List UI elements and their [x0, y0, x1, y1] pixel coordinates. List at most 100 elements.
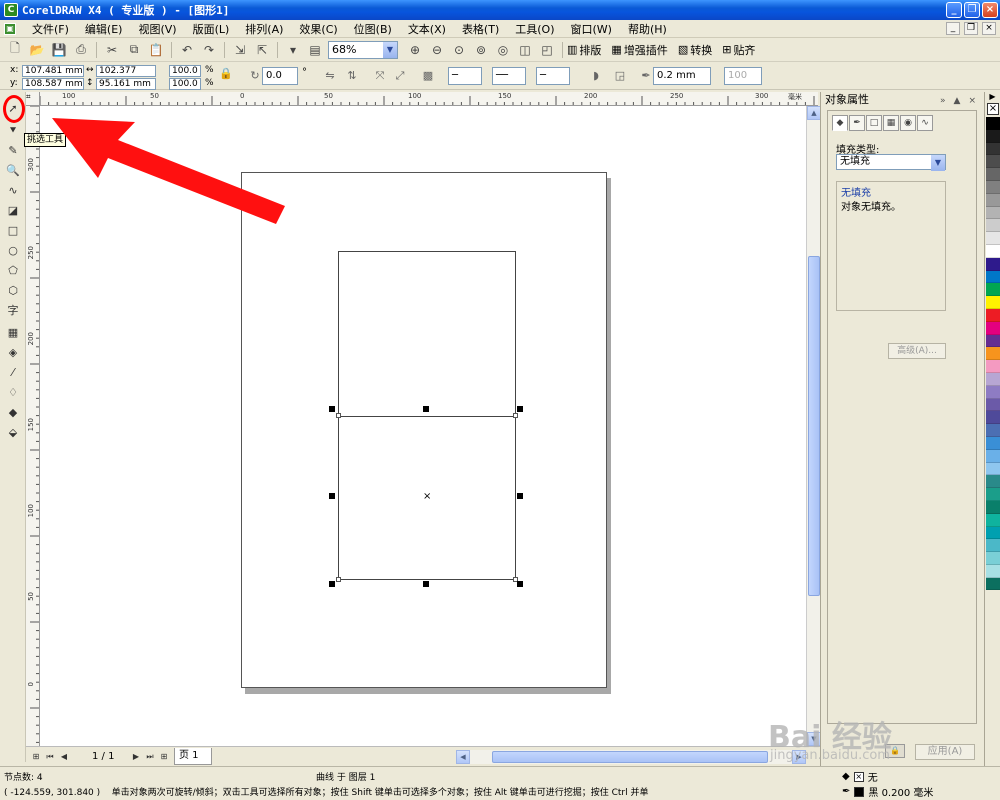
close-curve-icon[interactable]: ◗	[588, 68, 604, 84]
doc-minimize-button[interactable]: _	[946, 22, 960, 35]
menu-bitmaps[interactable]: 位图(B)	[346, 21, 400, 37]
palette-swatch[interactable]	[986, 321, 1000, 335]
add-page-after-icon[interactable]: ⊞	[158, 751, 170, 763]
eyedropper-tool-icon[interactable]: ⁄	[4, 364, 22, 382]
paste-icon[interactable]: 📋	[147, 41, 165, 59]
selection-handle-bottom-right[interactable]	[517, 581, 523, 587]
mirror-vertical-icon[interactable]: ⇅	[344, 68, 360, 84]
outline-width-select[interactable]: 0.2 mm	[653, 67, 711, 85]
zoom-in-icon[interactable]: ⊕	[406, 41, 424, 59]
palette-swatch[interactable]	[986, 488, 1000, 501]
palette-swatch[interactable]	[986, 500, 1000, 514]
upper-rectangle[interactable]	[338, 251, 516, 417]
miter-field[interactable]: 100	[724, 67, 762, 85]
rectangle-tool-icon[interactable]: □	[4, 222, 22, 240]
welcome-screen-icon[interactable]: ▤	[306, 41, 324, 59]
palette-swatch[interactable]	[986, 142, 1000, 156]
palette-swatch[interactable]	[986, 475, 1000, 489]
snap-button[interactable]: ⊞ 贴齐	[722, 42, 755, 58]
palette-swatch[interactable]	[986, 372, 1000, 386]
auto-close-icon[interactable]: ⤧	[372, 68, 388, 84]
palette-swatch[interactable]	[986, 360, 1000, 373]
selection-handle-top-right[interactable]	[517, 406, 523, 412]
zoom-level-select[interactable]: 68% ▼	[328, 40, 398, 59]
last-page-icon[interactable]: ⏭	[144, 751, 156, 763]
palette-scroll-up-icon[interactable]: ▶	[985, 92, 1000, 102]
menu-window[interactable]: 窗口(W)	[563, 21, 620, 37]
palette-swatch[interactable]	[986, 193, 1000, 207]
pin-docker-icon[interactable]: ▲	[954, 93, 961, 109]
advanced-button[interactable]: 高级(A)...	[888, 343, 946, 359]
scroll-up-icon[interactable]: ▲	[807, 106, 821, 120]
ruler-origin[interactable]: ⌗	[26, 92, 40, 106]
convert-plugin-button[interactable]: ▧ 转换	[678, 42, 712, 58]
palette-swatch[interactable]	[986, 398, 1000, 412]
palette-swatch[interactable]	[986, 308, 1000, 322]
collapse-docker-icon[interactable]: »	[940, 93, 946, 109]
palette-swatch[interactable]	[986, 462, 1000, 476]
curve-node[interactable]	[336, 413, 341, 418]
palette-swatch[interactable]	[986, 232, 1000, 245]
fill-tab-icon[interactable]: ◆	[832, 115, 848, 131]
palette-swatch[interactable]	[986, 411, 1000, 425]
mirror-horizontal-icon[interactable]: ⇋	[322, 68, 338, 84]
height-field[interactable]: 95.161 mm	[96, 78, 156, 90]
scale-y-field[interactable]: 100.0	[169, 78, 201, 90]
palette-swatch[interactable]	[986, 270, 1000, 284]
order-icon[interactable]: ◲	[612, 68, 628, 84]
palette-swatch[interactable]	[986, 244, 1000, 258]
detail-tab-icon[interactable]: ▦	[883, 115, 899, 131]
menu-view[interactable]: 视图(V)	[130, 21, 184, 37]
chevron-down-icon[interactable]: ▼	[931, 155, 945, 171]
palette-swatch[interactable]	[986, 552, 1000, 565]
cut-icon[interactable]: ✂	[103, 41, 121, 59]
palette-swatch[interactable]	[986, 155, 1000, 169]
y-position-field[interactable]: 108.587 mm	[22, 78, 84, 90]
document-icon[interactable]: ▣	[4, 22, 16, 35]
crop-tool-icon[interactable]: ✎	[4, 142, 22, 160]
print-icon[interactable]: ⎙	[72, 41, 90, 59]
doc-close-button[interactable]: ×	[982, 22, 996, 35]
selection-handle-bottom-left[interactable]	[329, 581, 335, 587]
outline-tool-icon[interactable]: ♢	[4, 384, 22, 402]
menu-edit[interactable]: 编辑(E)	[77, 21, 131, 37]
palette-swatch[interactable]	[986, 283, 1000, 297]
page-tab[interactable]: 页 1	[174, 748, 212, 765]
palette-swatch[interactable]	[986, 334, 1000, 348]
palette-swatch[interactable]	[986, 539, 1000, 553]
doc-restore-button[interactable]: ❐	[964, 22, 978, 35]
curve-tab-icon[interactable]: ∿	[917, 115, 933, 131]
internet-tab-icon[interactable]: ◉	[900, 115, 916, 131]
no-fill-swatch-icon[interactable]: ×	[987, 103, 999, 115]
copy-icon[interactable]: ⧉	[125, 41, 143, 59]
interactive-fill-tool-icon[interactable]: ⬙	[4, 424, 22, 442]
selection-handle-bottom[interactable]	[423, 581, 429, 587]
menu-layout[interactable]: 版面(L)	[185, 21, 238, 37]
curve-node[interactable]	[336, 577, 341, 582]
open-icon[interactable]: 📂	[28, 41, 46, 59]
zoom-tool-icon[interactable]: 🔍	[4, 162, 22, 180]
menu-tools[interactable]: 工具(O)	[507, 21, 562, 37]
zoom-out-icon[interactable]: ⊖	[428, 41, 446, 59]
palette-swatch[interactable]	[986, 526, 1000, 540]
palette-swatch[interactable]	[986, 117, 1000, 130]
restore-button[interactable]: ❐	[964, 2, 980, 18]
redo-icon[interactable]: ↷	[200, 41, 218, 59]
zoom-all-icon[interactable]: ⊚	[472, 41, 490, 59]
scale-x-field[interactable]: 100.0	[169, 65, 201, 77]
add-page-before-icon[interactable]: ⊞	[30, 751, 42, 763]
menu-effects[interactable]: 效果(C)	[291, 21, 345, 37]
enhance-plugin-button[interactable]: ▦ 增强插件	[611, 42, 667, 58]
freehand-tool-icon[interactable]: ∿	[4, 182, 22, 200]
palette-swatch[interactable]	[986, 577, 1000, 591]
curve-node[interactable]	[513, 413, 518, 418]
zoom-selected-icon[interactable]: ⊙	[450, 41, 468, 59]
zoom-width-icon[interactable]: ◫	[516, 41, 534, 59]
start-arrow-select[interactable]: ─	[448, 67, 482, 85]
rotation-field[interactable]: 0.0	[262, 67, 298, 85]
end-arrow-select[interactable]: ─	[536, 67, 570, 85]
x-position-field[interactable]: 107.481 mm	[22, 65, 84, 77]
import-icon[interactable]: ⇲	[231, 41, 249, 59]
palette-swatch[interactable]	[986, 168, 1000, 181]
minimize-button[interactable]: _	[946, 2, 962, 18]
